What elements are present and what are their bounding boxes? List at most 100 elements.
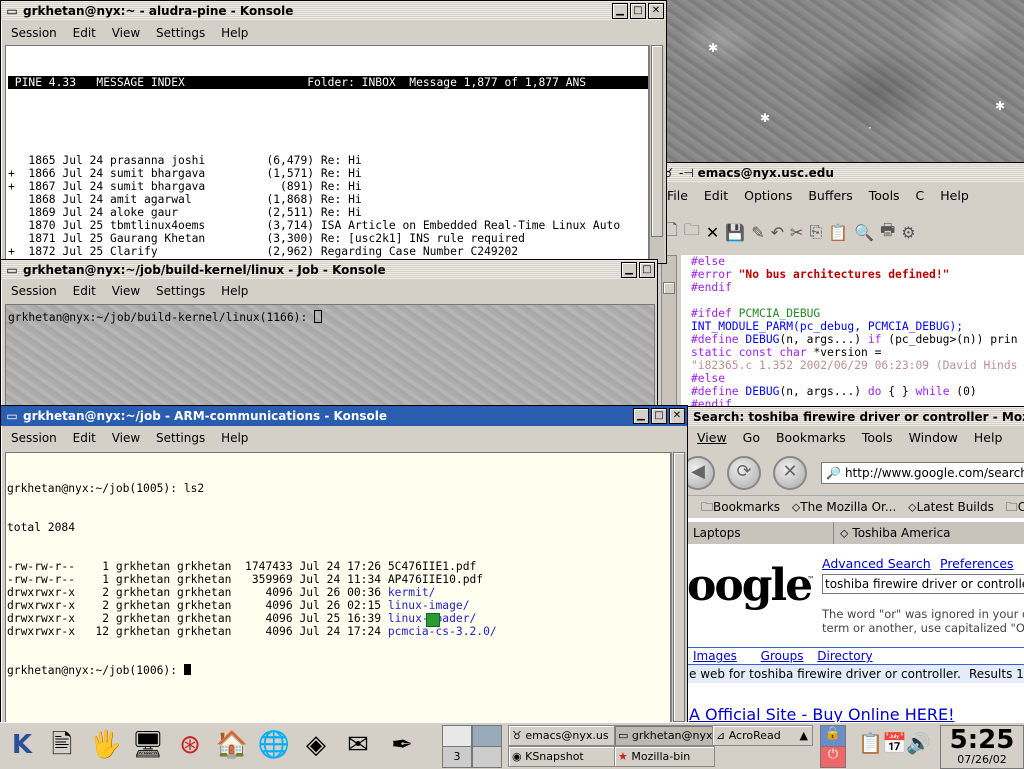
close-icon[interactable]: ✕ xyxy=(706,223,719,242)
pine-scrollbar[interactable] xyxy=(649,45,664,263)
menu-session[interactable]: Session xyxy=(11,26,57,40)
desktop-pager-1[interactable] xyxy=(442,725,472,747)
menu-help[interactable]: Help xyxy=(974,430,1003,445)
kde-menu-icon[interactable]: K xyxy=(4,727,40,763)
stop-icon[interactable]: ✕ xyxy=(773,456,807,490)
cut-icon[interactable]: ✂ xyxy=(790,223,803,242)
menu-edit[interactable]: Edit xyxy=(73,26,96,40)
menu-edit[interactable]: Edit xyxy=(73,284,96,298)
task-mozilla[interactable]: ★ Mozilla-bin xyxy=(614,746,715,767)
arm-terminal[interactable]: grkhetan@nyx:~/job(1005): ls2 total 2084… xyxy=(5,452,671,726)
message-row[interactable]: 1869 Jul 24 aloke gaur (2,511) Re: Hi xyxy=(8,206,648,219)
save-as-icon[interactable]: ✎ xyxy=(751,223,764,242)
menu-help[interactable]: Help xyxy=(221,284,248,298)
copy-icon[interactable]: ⎘ xyxy=(809,222,822,242)
menu-view[interactable]: View xyxy=(112,431,140,445)
groups-link[interactable]: Groups xyxy=(761,649,804,663)
arm-titlebar[interactable]: ▭ grkhetan@nyx:~/job - ARM-communications… xyxy=(1,406,687,426)
advanced-search-link[interactable]: Advanced Search xyxy=(822,556,931,571)
desktop-pager-2[interactable] xyxy=(472,725,502,747)
bookmark-item[interactable]: C xyxy=(1018,500,1024,514)
message-row[interactable]: 1868 Jul 24 amit agarwal (1,868) Re: Hi xyxy=(8,193,648,206)
home-folder-icon[interactable]: 🏠 xyxy=(214,727,250,763)
menu-tools[interactable]: Tools xyxy=(862,430,893,445)
job-terminal[interactable]: grkhetan@nyx:~/job/build-kernel/linux(11… xyxy=(5,304,655,410)
save-icon[interactable]: 💾 xyxy=(725,223,745,242)
message-row[interactable]: + 1866 Jul 24 sumit bhargava (1,571) Re:… xyxy=(8,167,648,180)
menu-view[interactable]: View xyxy=(697,430,727,445)
menu-edit[interactable]: Edit xyxy=(73,431,96,445)
preferences-link[interactable]: Preferences xyxy=(940,556,1014,571)
menu-file[interactable]: File xyxy=(667,188,688,203)
task-emacs[interactable]: ♉ emacs@nyx.us xyxy=(508,725,617,746)
minimize-icon[interactable]: ▁ xyxy=(633,408,649,424)
task-konsole[interactable]: ▭ grkhetan@nyx xyxy=(614,725,715,746)
message-row[interactable]: 1870 Jul 25 tbmtlinux4oems (3,714) ISA A… xyxy=(8,219,648,232)
menu-help[interactable]: Help xyxy=(221,431,248,445)
menu-view[interactable]: View xyxy=(112,26,140,40)
maximize-icon[interactable]: □ xyxy=(639,262,655,278)
url-field[interactable]: 🔎 http://www.google.com/search? xyxy=(821,462,1024,484)
maximize-icon[interactable]: □ xyxy=(651,408,667,424)
menu-edit[interactable]: Edit xyxy=(704,188,728,203)
message-row[interactable]: + 1867 Jul 24 sumit bhargava (891) Re: H… xyxy=(8,180,648,193)
bookmark-item[interactable]: Bookmarks xyxy=(713,500,780,514)
emacs-buffer[interactable]: #else #error "No bus architectures define… xyxy=(681,255,1024,413)
desktop-pager-4[interactable] xyxy=(472,746,502,768)
menu-bookmarks[interactable]: Bookmarks xyxy=(776,430,846,445)
volume-icon[interactable]: 🔊 xyxy=(906,731,931,755)
menu-view[interactable]: View xyxy=(112,284,140,298)
mozilla-window[interactable]: Search: toshiba firewire driver or contr… xyxy=(686,406,1024,728)
message-row[interactable]: 1871 Jul 25 Gaurang Khetan (3,300) Re: [… xyxy=(8,232,648,245)
klipper-icon[interactable]: 📋 xyxy=(858,731,883,755)
images-link[interactable]: Images xyxy=(693,649,737,663)
bookmark-item[interactable]: Latest Builds xyxy=(917,500,994,514)
clock[interactable]: 5:25 07/26/02 xyxy=(940,725,1024,769)
paste-icon[interactable]: 📋 xyxy=(828,223,848,242)
open-folder-icon[interactable]: 🗀 xyxy=(684,219,700,246)
directory-link[interactable]: Directory xyxy=(817,649,872,663)
close-icon[interactable]: ✕ xyxy=(648,3,664,19)
emacs-titlebar[interactable]: ♉ -⊣ emacs@nyx.usc.edu xyxy=(657,163,1024,183)
minimize-icon[interactable]: ▁ xyxy=(612,3,628,19)
emacs-scroll-thumb[interactable] xyxy=(663,282,675,294)
preferences-icon[interactable]: ⚙ xyxy=(901,223,915,242)
menu-go[interactable]: Go xyxy=(743,430,760,445)
close-icon[interactable]: ✕ xyxy=(669,408,685,424)
arm-scrollbar[interactable] xyxy=(671,452,686,724)
search-icon[interactable]: 🔍 xyxy=(854,223,874,242)
undo-icon[interactable]: ↶ xyxy=(771,223,784,242)
help-icon[interactable]: ⊛ xyxy=(172,727,208,763)
print-icon[interactable]: 🖶 xyxy=(880,219,895,246)
menu-settings[interactable]: Settings xyxy=(156,431,205,445)
editor-icon[interactable]: ✒ xyxy=(384,727,420,763)
pine-window[interactable]: ▭ grkhetan@nyx:~ - aludra-pine - Konsole … xyxy=(0,0,667,264)
menu-options[interactable]: Options xyxy=(744,188,792,203)
calendar-icon[interactable]: 📅 xyxy=(882,731,907,755)
lock-screen-icon[interactable]: 🔒 xyxy=(820,725,846,747)
mozilla-titlebar[interactable]: Search: toshiba firewire driver or contr… xyxy=(687,407,1024,427)
tab-toshiba[interactable]: Toshiba America xyxy=(848,526,950,540)
reload-icon[interactable]: ⟳ xyxy=(727,456,761,490)
arm-window[interactable]: ▭ grkhetan@nyx:~/job - ARM-communications… xyxy=(0,405,688,727)
tab-laptops[interactable]: Laptops xyxy=(687,522,834,544)
menu-tools[interactable]: Tools xyxy=(869,188,900,203)
arm-scroll-thumb[interactable] xyxy=(673,452,685,722)
pine-scroll-thumb[interactable] xyxy=(651,45,663,237)
menu-settings[interactable]: Settings xyxy=(156,26,205,40)
desktop-pager-3[interactable]: 3 xyxy=(442,746,472,768)
mail-icon[interactable]: ✉ xyxy=(340,727,376,763)
logout-icon[interactable]: ⏻ xyxy=(820,746,846,768)
search-input[interactable]: toshiba firewire driver or controlle xyxy=(822,574,1024,594)
task-acroread[interactable]: ⊿ AcroRead ▲ xyxy=(712,725,813,746)
terminal-icon[interactable]: 🖥 xyxy=(130,727,166,763)
maximize-icon[interactable]: □ xyxy=(630,3,646,19)
bookmark-item[interactable]: The Mozilla Or... xyxy=(800,500,896,514)
show-desktop-icon[interactable]: 🖹 xyxy=(44,727,80,763)
menu-settings[interactable]: Settings xyxy=(156,284,205,298)
office-icon[interactable]: ◈ xyxy=(298,727,334,763)
control-center-icon[interactable]: 🖐 xyxy=(88,727,124,763)
browser-icon[interactable]: 🌐 xyxy=(256,727,292,763)
emacs-scrollbar[interactable] xyxy=(661,255,677,413)
menu-help[interactable]: Help xyxy=(940,188,969,203)
